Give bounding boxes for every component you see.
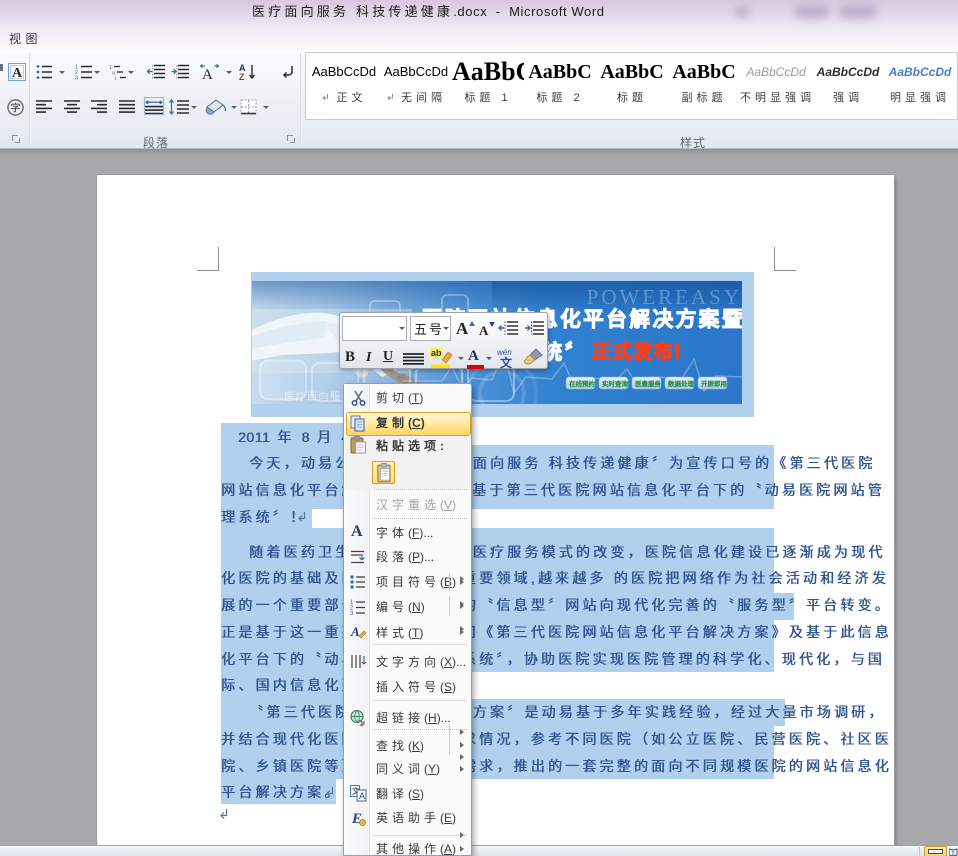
- svg-text:医患服务: 医患服务: [635, 379, 662, 388]
- svg-text:开辟即用: 开辟即用: [701, 379, 727, 388]
- svg-text:3: 3: [350, 611, 354, 616]
- svg-text:i: i: [115, 76, 116, 80]
- svg-text:ab: ab: [431, 348, 442, 358]
- svg-text:字: 字: [11, 102, 21, 115]
- svg-text:POWEREASY: POWEREASY: [587, 285, 742, 309]
- svg-text:A: A: [202, 67, 213, 81]
- svg-text:3: 3: [75, 76, 78, 81]
- svg-text:Z: Z: [239, 72, 245, 81]
- svg-text:A: A: [350, 624, 360, 639]
- svg-text:A: A: [359, 791, 365, 801]
- svg-text:A: A: [12, 66, 23, 81]
- svg-text:数据处理: 数据处理: [668, 379, 695, 388]
- svg-text:在线预约: 在线预约: [569, 379, 595, 388]
- svg-text:实时查询: 实时查询: [602, 379, 629, 388]
- svg-text:文: 文: [500, 355, 513, 369]
- svg-text:正式发布!: 正式发布!: [592, 340, 682, 363]
